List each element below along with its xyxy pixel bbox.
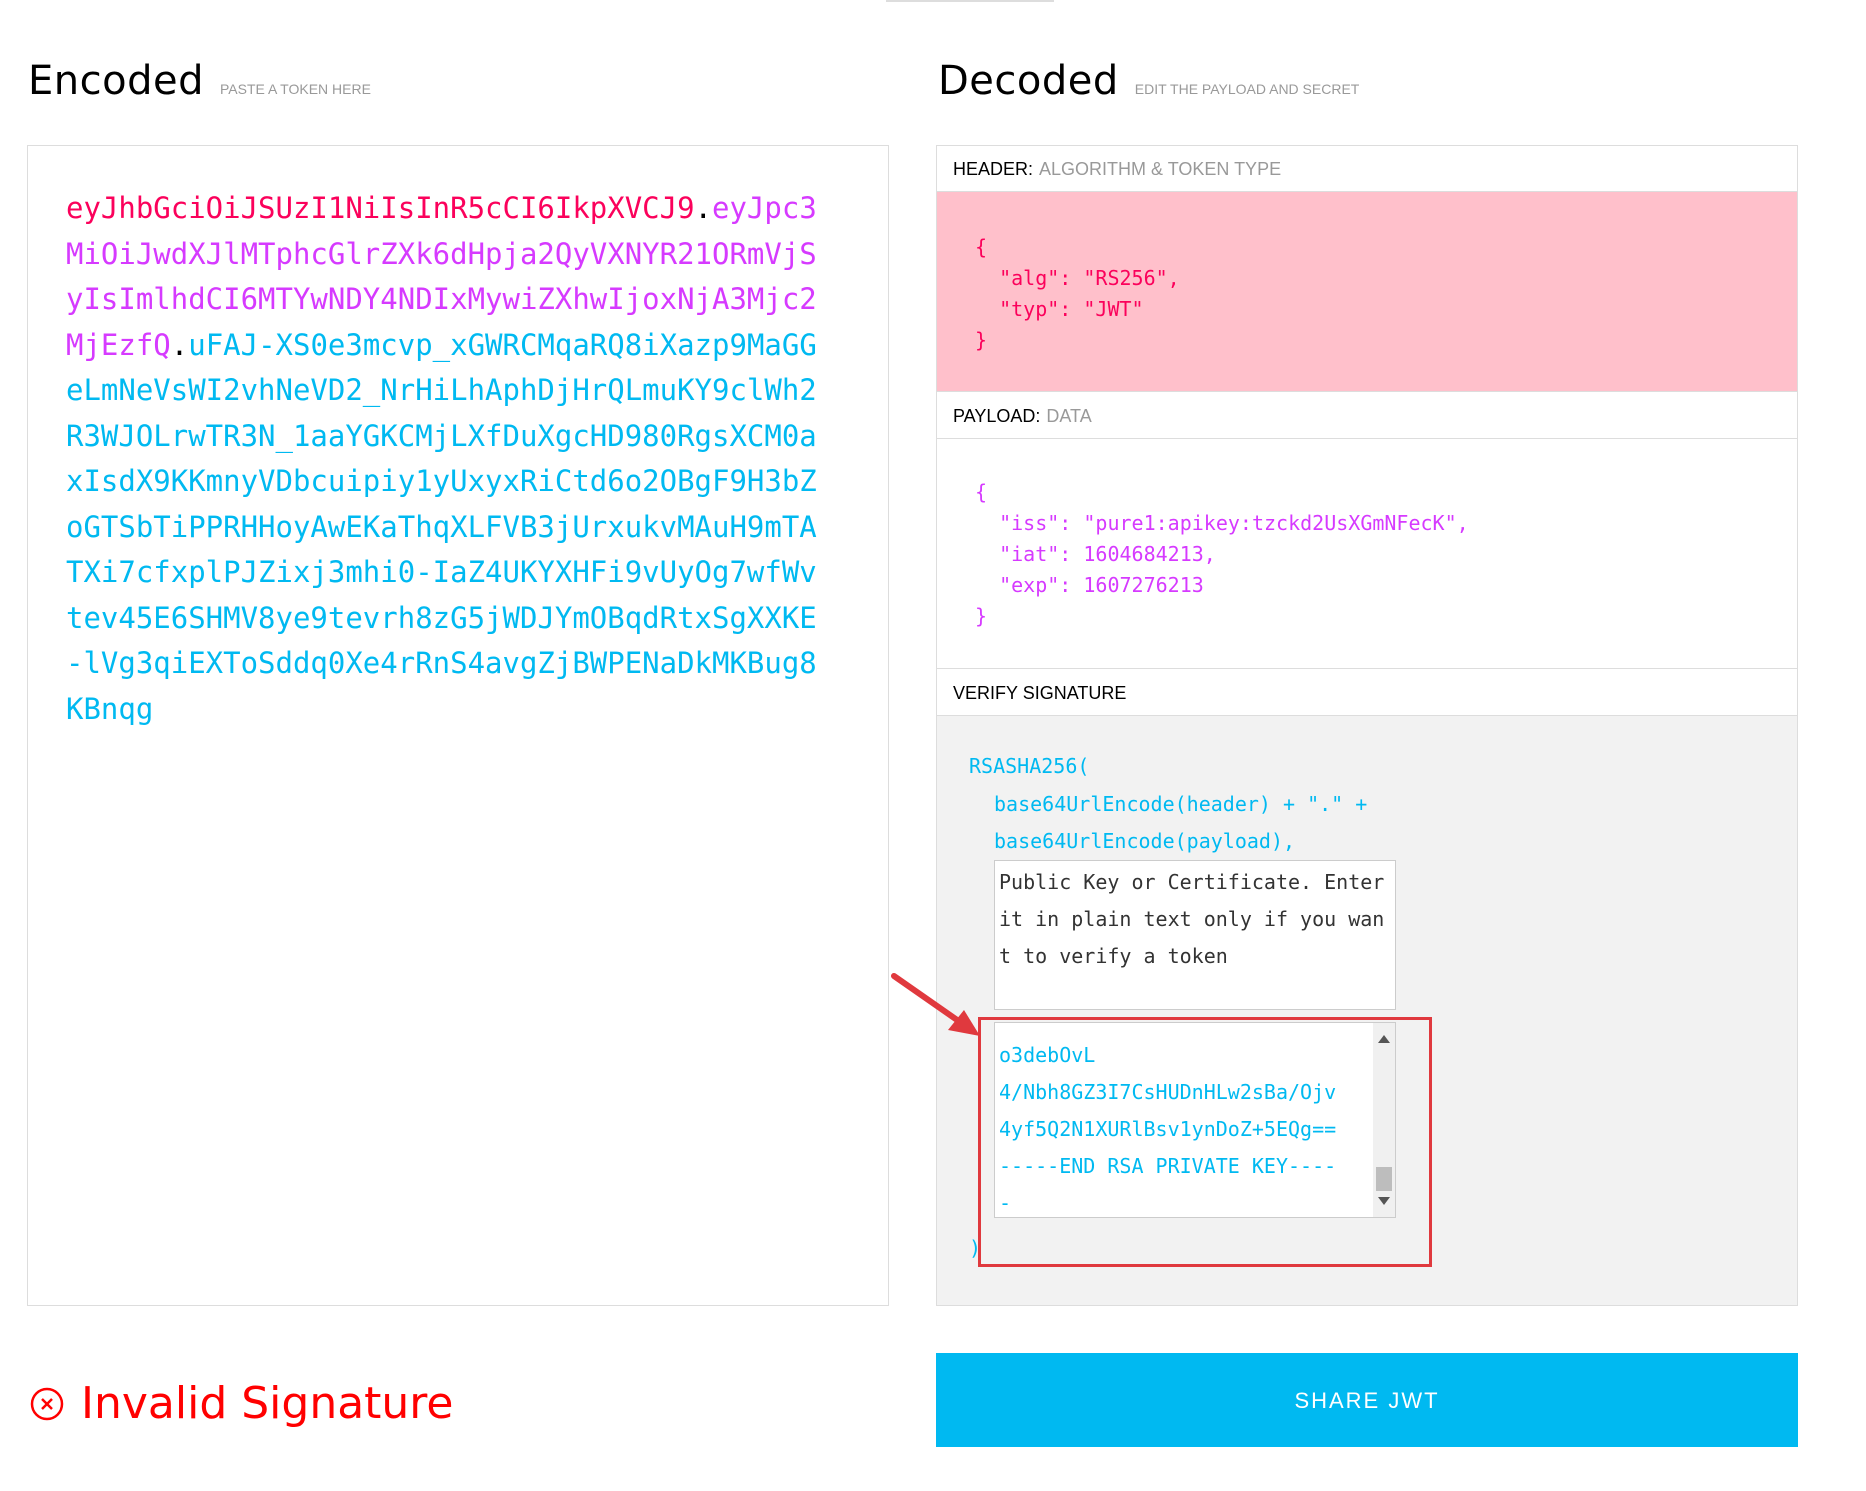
top-divider xyxy=(886,0,1054,2)
verify-label: VERIFY SIGNATURE xyxy=(953,683,1127,703)
header-sublabel: ALGORITHM & TOKEN TYPE xyxy=(1039,159,1282,179)
payload-sublabel: DATA xyxy=(1046,406,1092,426)
error-circle-x-icon xyxy=(30,1387,64,1420)
token-header-part: eyJhbGciOiJSUzI1NiIsInR5cCI6IkpXVCJ9 xyxy=(66,191,695,225)
header-label: HEADER: xyxy=(953,159,1034,179)
sig-payload-line: base64UrlEncode(payload), xyxy=(994,829,1296,853)
annotation-arrow-icon xyxy=(891,973,980,1036)
token-text[interactable]: eyJhbGciOiJSUzI1NiIsInR5cCI6IkpXVCJ9.eyJ… xyxy=(66,186,826,732)
public-key-input[interactable]: Public Key or Certificate. Enter it in p… xyxy=(994,860,1396,1010)
sig-header-line: base64UrlEncode(header) + "." + xyxy=(994,792,1368,816)
decoded-title: Decoded xyxy=(938,58,1119,104)
encoded-token-editor[interactable]: eyJhbGciOiJSUzI1NiIsInR5cCI6IkpXVCJ9.eyJ… xyxy=(27,145,889,1306)
signature-status: Invalid Signature xyxy=(29,1378,454,1429)
private-key-scrollbar[interactable] xyxy=(1373,1023,1395,1217)
header-editor[interactable]: { "alg": "RS256", "typ": "JWT" } xyxy=(937,192,1797,392)
header-section-label: HEADER: ALGORITHM & TOKEN TYPE xyxy=(937,146,1797,192)
verify-signature-body: RSASHA256( base64UrlEncode(header) + "."… xyxy=(937,716,1797,1305)
sig-function: RSASHA256( xyxy=(969,754,1090,778)
scroll-up-arrow-icon[interactable] xyxy=(1378,1035,1390,1043)
decoded-hint: EDIT THE PAYLOAD AND SECRET xyxy=(1134,81,1360,97)
encoded-heading: Encoded PASTE A TOKEN HERE xyxy=(28,58,371,104)
token-dot: . xyxy=(694,191,713,225)
decoded-heading: Decoded EDIT THE PAYLOAD AND SECRET xyxy=(938,58,1359,104)
payload-json[interactable]: { "iss": "pure1:apikey:tzckd2UsXGmNFecK"… xyxy=(975,477,1469,632)
sig-close-paren: ) xyxy=(969,1236,982,1260)
token-dot: . xyxy=(170,327,189,362)
scroll-down-arrow-icon[interactable] xyxy=(1378,1197,1390,1205)
payload-section-label: PAYLOAD: DATA xyxy=(937,393,1797,439)
payload-label: PAYLOAD: xyxy=(953,406,1041,426)
decoded-panel: HEADER: ALGORITHM & TOKEN TYPE { "alg": "… xyxy=(936,145,1798,1306)
signature-status-text: Invalid Signature xyxy=(81,1378,454,1429)
header-json[interactable]: { "alg": "RS256", "typ": "JWT" } xyxy=(975,232,1180,356)
private-key-text: o3debOvL 4/Nbh8GZ3I7CsHUDnHLw2sBa/Ojv 4y… xyxy=(999,1043,1337,1215)
encoded-title: Encoded xyxy=(28,58,204,104)
encoded-hint: PASTE A TOKEN HERE xyxy=(219,81,371,97)
token-signature-part: uFAJ-XS0e3mcvp_xGWRCMqaRQ8iXazp9MaGGeLmN… xyxy=(66,327,817,726)
share-jwt-button[interactable]: SHARE JWT xyxy=(936,1353,1798,1447)
private-key-input[interactable]: o3debOvL 4/Nbh8GZ3I7CsHUDnHLw2sBa/Ojv 4y… xyxy=(994,1022,1396,1218)
payload-editor[interactable]: { "iss": "pure1:apikey:tzckd2UsXGmNFecK"… xyxy=(937,439,1797,669)
scroll-thumb[interactable] xyxy=(1376,1167,1392,1191)
verify-section-label: VERIFY SIGNATURE xyxy=(937,670,1797,716)
